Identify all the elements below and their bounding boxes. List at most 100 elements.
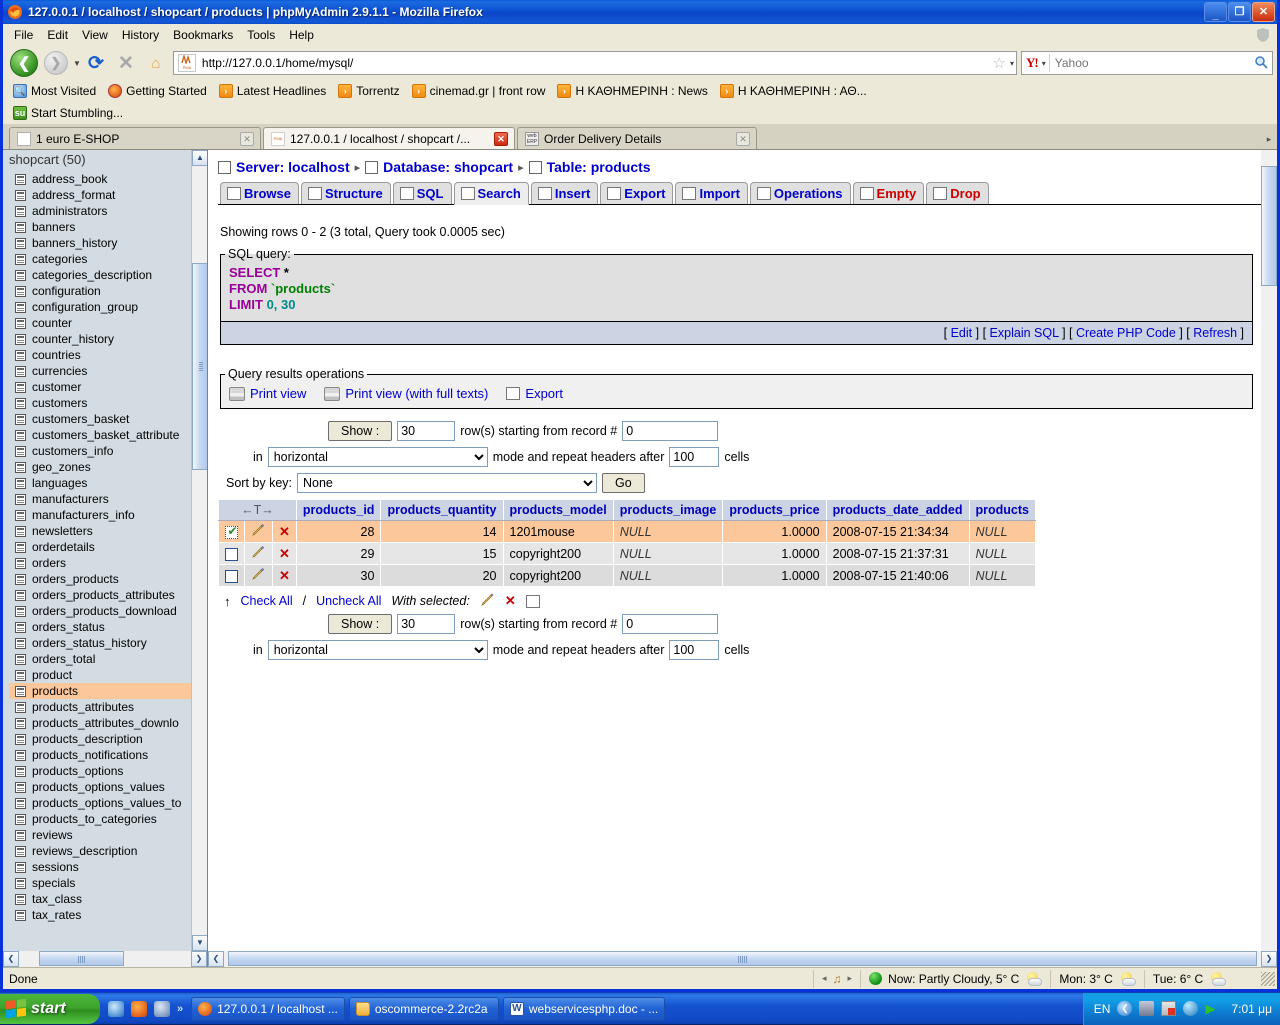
show-button-top[interactable]: Show : (328, 421, 392, 441)
delete-icon[interactable]: ✕ (279, 546, 290, 561)
menu-bookmarks[interactable]: Bookmarks (166, 26, 240, 44)
sidebar-table-manufacturers_info[interactable]: manufacturers_info (9, 507, 207, 523)
sidebar-table-newsletters[interactable]: newsletters (9, 523, 207, 539)
urlbar-dropdown-icon[interactable]: ▾ (1010, 59, 1014, 68)
quicklaunch-expand-icon[interactable]: » (177, 1003, 183, 1015)
column-header-products_quantity[interactable]: products_quantity (381, 500, 503, 521)
go-button[interactable]: Go (602, 473, 645, 493)
cell-products_last[interactable]: NULL (969, 543, 1035, 565)
tab-close-icon[interactable]: ✕ (240, 132, 254, 146)
sidebar-table-products_description[interactable]: products_description (9, 731, 207, 747)
pma-tab-import[interactable]: Import (675, 182, 747, 204)
bookmark-getting-started[interactable]: Getting Started (104, 83, 211, 99)
row-checkbox-cell[interactable] (219, 565, 245, 587)
rows-input-top[interactable] (397, 421, 455, 441)
sidebar-table-products_options_values_to[interactable]: products_options_values_to (9, 795, 207, 811)
sidebar-table-orders_status_history[interactable]: orders_status_history (9, 635, 207, 651)
sidebar-table-orders_products_download[interactable]: orders_products_download (9, 603, 207, 619)
weather-tuesday[interactable]: Tue: 6° C (1145, 969, 1234, 989)
home-button[interactable]: ⌂ (141, 48, 171, 78)
tray-expand-icon[interactable]: ❮ (1117, 1001, 1132, 1016)
repeat-headers-input-top[interactable] (669, 447, 719, 467)
export-selected-icon[interactable] (526, 595, 540, 608)
row-checkbox[interactable] (225, 570, 238, 583)
row-checkbox-cell[interactable] (219, 521, 245, 543)
sidebar-table-specials[interactable]: specials (9, 875, 207, 891)
column-header-products[interactable]: products (969, 500, 1035, 521)
sidebar-table-orders_total[interactable]: orders_total (9, 651, 207, 667)
bookmark-latest-headlines[interactable]: › Latest Headlines (215, 83, 330, 99)
tab-1-euro-eshop[interactable]: 1 euro E-SHOP ✕ (9, 127, 261, 149)
pma-tab-insert[interactable]: Insert (531, 182, 598, 204)
print-view-full-action[interactable]: Print view (with full texts) (324, 386, 488, 401)
sidebar-table-orders_products[interactable]: orders_products (9, 571, 207, 587)
clock[interactable]: 7:01 μμ (1227, 1002, 1272, 1016)
main-scroll-right-button[interactable]: ❯ (1261, 951, 1277, 967)
uncheck-all-link[interactable]: Uncheck All (316, 594, 381, 608)
cell-products_id[interactable]: 29 (296, 543, 381, 565)
breadcrumb-database[interactable]: Database: shopcart (383, 159, 513, 175)
sidebar-table-tax_class[interactable]: tax_class (9, 891, 207, 907)
menu-history[interactable]: History (115, 26, 166, 44)
cell-products_model[interactable]: copyright200 (503, 565, 613, 587)
sidebar-table-orders_status[interactable]: orders_status (9, 619, 207, 635)
pma-tab-structure[interactable]: Structure (301, 182, 391, 204)
print-view-label[interactable]: Print view (250, 386, 306, 401)
sidebar-table-configuration_group[interactable]: configuration_group (9, 299, 207, 315)
column-header-products_date_added[interactable]: products_date_added (826, 500, 969, 521)
row-delete-cell[interactable]: ✕ (273, 543, 297, 565)
cell-products_quantity[interactable]: 20 (381, 565, 503, 587)
sidebar-table-customers[interactable]: customers (9, 395, 207, 411)
delete-icon[interactable]: ✕ (279, 568, 290, 583)
cell-products_id[interactable]: 28 (296, 521, 381, 543)
display-mode-select-top[interactable]: horizontal (268, 447, 488, 467)
taskbar-button-word-doc[interactable]: W webservicesphp.doc - ... (503, 997, 665, 1021)
media-next-icon[interactable]: ▸ (848, 973, 853, 984)
main-vscroll-thumb[interactable] (1261, 166, 1277, 286)
sidebar-table-counter_history[interactable]: counter_history (9, 331, 207, 347)
app-icon[interactable] (154, 1001, 170, 1017)
sidebar-scroll-thumb[interactable] (192, 263, 208, 470)
row-edit-cell[interactable] (245, 565, 273, 587)
row-checkbox[interactable] (225, 548, 238, 561)
media-controls[interactable]: ◂ ♫ ▸ (814, 969, 860, 989)
sidebar-scroll-up-button[interactable]: ▲ (192, 150, 208, 166)
row-edit-cell[interactable] (245, 543, 273, 565)
rows-input-bottom[interactable] (397, 614, 455, 634)
tab-close-icon[interactable]: ✕ (494, 132, 508, 146)
back-button[interactable]: ❮ (7, 48, 41, 78)
row-edit-cell[interactable] (245, 521, 273, 543)
table-row[interactable]: ✕2915copyright200NULL1.00002008-07-15 21… (219, 543, 1036, 565)
sidebar-table-administrators[interactable]: administrators (9, 203, 207, 219)
breadcrumb-table[interactable]: Table: products (547, 159, 651, 175)
sidebar-table-countries[interactable]: countries (9, 347, 207, 363)
sidebar-table-manufacturers[interactable]: manufacturers (9, 491, 207, 507)
cell-products_model[interactable]: 1201mouse (503, 521, 613, 543)
cell-products_last[interactable]: NULL (969, 521, 1035, 543)
pma-tab-browse[interactable]: Browse (220, 182, 299, 204)
sidebar-table-products_attributes[interactable]: products_attributes (9, 699, 207, 715)
firefox-icon[interactable] (131, 1001, 147, 1017)
sidebar-table-banners[interactable]: banners (9, 219, 207, 235)
bookmark-torrentz[interactable]: › Torrentz (334, 83, 403, 99)
cell-products_last[interactable]: NULL (969, 565, 1035, 587)
weather-monday[interactable]: Mon: 3° C (1051, 969, 1143, 989)
sidebar-table-reviews_description[interactable]: reviews_description (9, 843, 207, 859)
check-all-link[interactable]: Check All (241, 594, 293, 608)
sort-direction-header[interactable]: ←T→ (219, 500, 297, 521)
cell-products_image[interactable]: NULL (613, 565, 723, 587)
sidebar-table-customers_info[interactable]: customers_info (9, 443, 207, 459)
media-prev-icon[interactable]: ◂ (822, 973, 827, 984)
main-horizontal-scrollbar[interactable]: ❮ ❯ (208, 951, 1277, 967)
sidebar-table-banners_history[interactable]: banners_history (9, 235, 207, 251)
sidebar-table-geo_zones[interactable]: geo_zones (9, 459, 207, 475)
bookmark-star-icon[interactable]: ☆ (993, 54, 1006, 72)
column-header-products_image[interactable]: products_image (613, 500, 723, 521)
sidebar-table-products_options_values[interactable]: products_options_values (9, 779, 207, 795)
sidebar-table-products[interactable]: products (9, 683, 207, 699)
cell-products_image[interactable]: NULL (613, 521, 723, 543)
search-bar[interactable]: Y! ▾ (1021, 51, 1273, 75)
sidebar-table-customers_basket_attribute[interactable]: customers_basket_attribute (9, 427, 207, 443)
cell-products_quantity[interactable]: 14 (381, 521, 503, 543)
url-input[interactable] (200, 55, 991, 71)
